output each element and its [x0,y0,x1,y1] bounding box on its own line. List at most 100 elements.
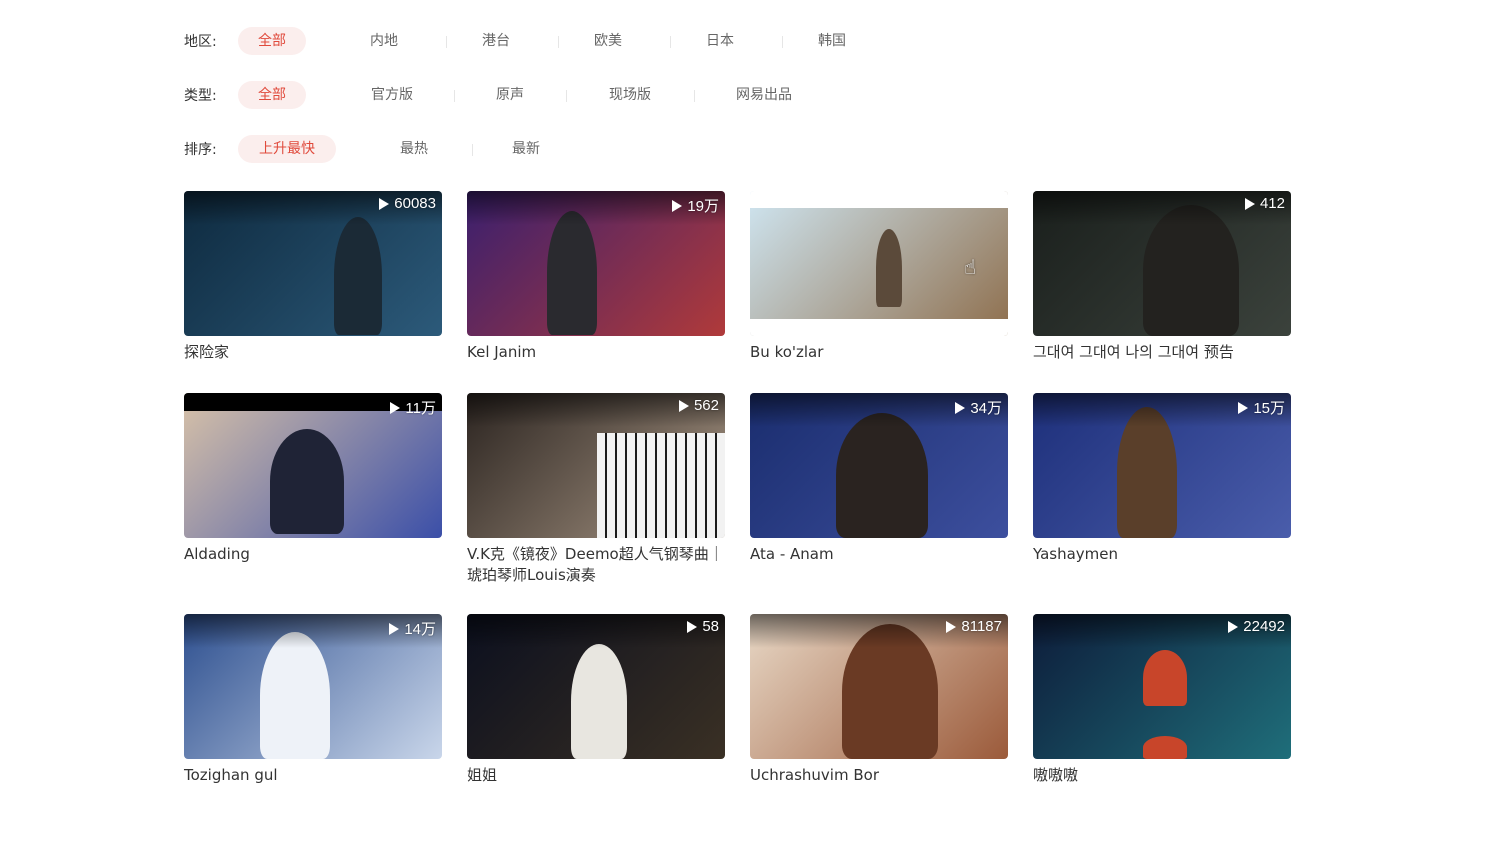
play-icon [1244,197,1255,210]
video-card[interactable]: 19万 Kel Janim [467,191,725,363]
play-count: 22492 [1228,618,1285,635]
region-option-all[interactable]: 全部 [238,27,306,55]
play-count-value: 15万 [1253,400,1285,417]
divider [694,90,695,102]
thumbnail-figure [1143,736,1187,759]
thumbnail-figure [260,632,330,759]
video-card[interactable]: 14万 Tozighan gul [184,614,442,786]
video-thumbnail[interactable]: 81187 [750,614,1008,759]
type-filter: 类型: 全部 官方版 原声 现场版 网易出品 [184,80,792,110]
region-option-hk-tw[interactable]: 港台 [462,27,530,55]
divider [558,36,559,48]
region-option-west[interactable]: 欧美 [574,27,642,55]
sort-filter-label: 排序: [184,142,217,158]
video-thumbnail[interactable]: 412 [1033,191,1291,336]
video-thumbnail[interactable]: 58 [467,614,725,759]
video-card[interactable]: 81187 Uchrashuvim Bor [750,614,1008,786]
play-icon [946,620,957,633]
play-icon [672,199,683,212]
region-option-mainland[interactable]: 内地 [350,27,418,55]
video-title[interactable]: 그대여 그대여 나의 그대여 预告 [1033,342,1291,363]
play-count: 562 [678,397,719,414]
divider [446,36,447,48]
letterbox-bottom [750,319,1008,336]
video-card[interactable]: ☝ Bu ko'zlar [750,191,1008,363]
play-icon [1228,620,1239,633]
play-count: 60083 [379,195,436,212]
thumbnail-shade [467,614,725,648]
thumbnail-figure [334,217,382,335]
play-count: 81187 [946,618,1002,635]
divider [472,144,473,156]
divider [454,90,455,102]
play-icon [687,620,698,633]
video-thumbnail[interactable]: 19万 [467,191,725,336]
video-title[interactable]: Tozighan gul [184,765,442,786]
video-title[interactable]: 探险家 [184,342,442,363]
play-count-value: 58 [702,618,719,635]
type-option-netease[interactable]: 网易出品 [716,81,812,109]
play-count: 15万 [1238,397,1285,418]
piano-keys [597,433,725,538]
video-title[interactable]: Ata - Anam [750,544,1008,565]
play-count-value: 60083 [394,195,436,212]
video-thumbnail[interactable]: 562 [467,393,725,538]
play-icon [379,197,390,210]
play-count-value: 11万 [405,400,436,417]
region-filter: 地区: 全部 内地 港台 欧美 日本 韩国 [184,26,846,56]
type-option-official[interactable]: 官方版 [354,81,430,109]
play-count: 11万 [390,397,436,418]
play-count-value: 34万 [970,400,1002,417]
video-thumbnail[interactable]: 11万 [184,393,442,538]
video-card[interactable]: 34万 Ata - Anam [750,393,1008,565]
video-title[interactable]: Aldading [184,544,442,565]
divider [566,90,567,102]
play-count-value: 22492 [1243,618,1285,635]
thumbnail-figure [876,229,902,307]
video-card[interactable]: 60083 探险家 [184,191,442,363]
play-count: 14万 [389,618,436,639]
video-title[interactable]: V.K克《镜夜》Deemo超人气钢琴曲｜琥珀琴师Louis演奏 [467,544,725,586]
video-title[interactable]: 姐姐 [467,765,725,786]
divider [670,36,671,48]
thumbnail-figure [547,211,597,335]
type-option-all[interactable]: 全部 [238,81,306,109]
video-card[interactable]: 58 姐姐 [467,614,725,786]
video-title[interactable]: Bu ko'zlar [750,342,1008,363]
video-thumbnail[interactable]: 22492 [1033,614,1291,759]
video-title[interactable]: 嗷嗷嗷 [1033,765,1291,786]
thumbnail-figure [571,644,627,759]
play-icon [678,399,689,412]
video-card[interactable]: 15万 Yashaymen [1033,393,1291,565]
sort-option-rising[interactable]: 上升最快 [238,135,336,163]
region-option-korea[interactable]: 韩国 [798,27,866,55]
play-icon [390,401,401,414]
sort-filter: 排序: 上升最快 最热 最新 [184,134,540,164]
video-thumbnail[interactable]: 34万 [750,393,1008,538]
play-icon [389,622,400,635]
video-thumbnail[interactable]: 14万 [184,614,442,759]
region-filter-label: 地区: [184,34,217,50]
video-card[interactable]: 11万 Aldading [184,393,442,565]
video-card[interactable]: 412 그대여 그대여 나의 그대여 预告 [1033,191,1291,363]
video-title[interactable]: Kel Janim [467,342,725,363]
video-title[interactable]: Yashaymen [1033,544,1291,565]
type-option-live[interactable]: 现场版 [590,81,670,109]
video-thumbnail[interactable]: 60083 [184,191,442,336]
play-count-value: 81187 [961,618,1002,635]
play-count: 34万 [955,397,1002,418]
sort-option-newest[interactable]: 最新 [492,135,560,163]
region-option-japan[interactable]: 日本 [686,27,754,55]
video-thumbnail[interactable]: 15万 [1033,393,1291,538]
sort-option-hottest[interactable]: 最热 [380,135,448,163]
play-icon [1238,401,1249,414]
type-option-original[interactable]: 原声 [476,81,544,109]
thumbnail-figure [270,429,344,534]
video-card[interactable]: 22492 嗷嗷嗷 [1033,614,1291,786]
video-card[interactable]: 562 V.K克《镜夜》Deemo超人气钢琴曲｜琥珀琴师Louis演奏 [467,393,725,586]
filter-panel: 地区: 全部 内地 港台 欧美 日本 韩国 类型: 全部 官方版 原声 现场版 … [184,26,846,188]
video-thumbnail[interactable]: ☝ [750,191,1008,336]
letterbox-top [750,191,1008,208]
video-title[interactable]: Uchrashuvim Bor [750,765,1008,786]
play-count-value: 19万 [687,198,719,215]
